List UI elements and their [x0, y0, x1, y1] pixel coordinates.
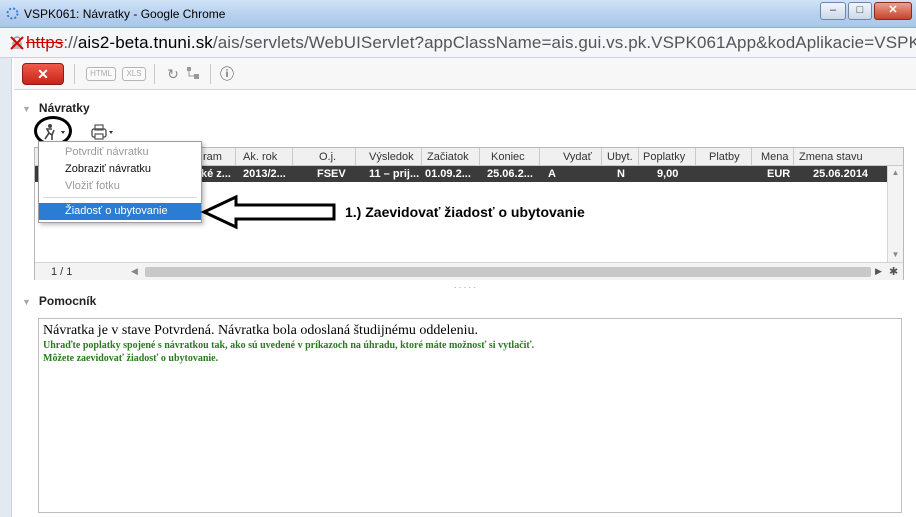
table-footer: 1 / 1 ◀ ▶ ✱ — [35, 262, 903, 280]
column-separator — [601, 148, 602, 166]
url-text[interactable]: https://ais2-beta.tnuni.sk/ais/servlets/… — [26, 33, 916, 53]
navratky-header[interactable]: ▼ Návratky — [22, 101, 90, 115]
column-separator — [751, 148, 752, 166]
minimize-button[interactable]: – — [820, 2, 846, 20]
column-header[interactable]: Vydať — [563, 151, 592, 163]
vertical-scrollbar[interactable]: ▲ ▼ — [887, 166, 903, 262]
column-separator — [793, 148, 794, 166]
url-separator: :// — [63, 33, 78, 52]
column-header[interactable]: Zmena stavu — [799, 151, 863, 163]
window-title: VSPK061: Návratky - Google Chrome — [24, 7, 226, 21]
table-cell: 2013/2... — [243, 168, 286, 180]
table-cell: 9,00 — [657, 168, 679, 180]
export-xls-button[interactable]: XLS — [122, 67, 146, 81]
address-bar[interactable]: https://ais2-beta.tnuni.sk/ais/servlets/… — [0, 28, 916, 58]
column-separator — [421, 148, 422, 166]
insecure-lock-icon — [10, 36, 24, 50]
maximize-button[interactable]: □ — [848, 2, 872, 20]
menu-item-ziadost-ubytovanie[interactable]: Žiadosť o ubytovanie — [39, 203, 201, 220]
hierarchy-icon[interactable] — [184, 65, 202, 83]
url-host: ais2-beta.tnuni.sk — [77, 33, 213, 52]
menu-item-vlozit-fotku[interactable]: Vložiť fotku — [39, 178, 201, 195]
toolbar-separator — [154, 64, 155, 84]
scroll-up-icon[interactable]: ▲ — [888, 168, 903, 177]
helper-line-status: Návratka je v stave Potvrdená. Návratka … — [43, 323, 479, 338]
table-cell: FSEV — [317, 168, 346, 180]
table-cell: A — [548, 168, 556, 180]
table-cell: EUR — [767, 168, 791, 180]
page-indicator: 1 / 1 — [51, 266, 73, 278]
column-separator — [539, 148, 540, 166]
actions-menu: Potvrdiť návratku Zobraziť návratku Vlož… — [38, 141, 202, 223]
panel-splitter[interactable]: · · · · · — [14, 284, 916, 292]
scroll-left-icon[interactable]: ◀ — [131, 266, 138, 277]
printer-icon — [91, 124, 113, 140]
pomocnik-title: Pomocník — [38, 294, 97, 308]
collapse-triangle-icon[interactable]: ▼ — [22, 104, 31, 114]
column-header[interactable]: Mena — [761, 151, 789, 163]
column-header[interactable]: ram — [203, 151, 222, 163]
collapse-triangle-icon[interactable]: ▼ — [22, 297, 31, 307]
toolbar-separator — [210, 64, 211, 84]
menu-separator — [43, 197, 197, 198]
helper-line-fees: Uhraďte poplatky spojené s návratkou tak… — [43, 340, 535, 351]
column-separator — [638, 148, 639, 166]
annotation-arrow-icon — [200, 194, 336, 230]
column-header[interactable]: Poplatky — [643, 151, 685, 163]
table-cell: 25.06.2... — [487, 168, 533, 180]
column-separator — [695, 148, 696, 166]
close-app-button[interactable]: ✕ — [22, 63, 64, 85]
left-edge — [0, 58, 12, 517]
title-bar: VSPK061: Návratky - Google Chrome – □ ✕ — [0, 0, 916, 28]
url-scheme: https — [26, 33, 64, 52]
pomocnik-header[interactable]: ▼ Pomocník — [22, 294, 96, 308]
app-icon — [6, 7, 19, 20]
export-html-button[interactable]: HTML — [86, 67, 116, 81]
table-cell: 25.06.2014 — [813, 168, 869, 180]
column-separator — [235, 148, 236, 166]
helper-line-accommodation: Môžete zaevidovať žiadosť o ubytovanie. — [43, 353, 219, 364]
column-header[interactable]: Koniec — [491, 151, 525, 163]
horizontal-scrollbar[interactable] — [145, 267, 871, 277]
table-cell: 01.09.2... — [425, 168, 471, 180]
table-cell: 11 – prij... — [369, 168, 420, 180]
settings-gear-icon[interactable]: ✱ — [889, 265, 898, 278]
column-header[interactable]: Výsledok — [369, 151, 414, 163]
column-header[interactable]: Ak. rok — [243, 151, 277, 163]
app-toolbar: ✕ HTML XLS ↻ ⓘ — [14, 58, 916, 90]
menu-item-zobrazit[interactable]: Zobraziť návratku — [39, 161, 201, 178]
url-path: /ais/servlets/WebUIServlet?appClassName=… — [212, 33, 916, 52]
info-icon[interactable]: ⓘ — [218, 65, 236, 83]
navratky-title: Návratky — [38, 101, 90, 115]
column-header[interactable]: Ubyt. — [607, 151, 633, 163]
close-window-button[interactable]: ✕ — [874, 2, 912, 20]
print-dropdown-button[interactable] — [88, 122, 118, 142]
column-header[interactable]: Začiatok — [427, 151, 469, 163]
scroll-right-icon[interactable]: ▶ — [875, 266, 882, 277]
helper-panel: Návratka je v stave Potvrdená. Návratka … — [38, 318, 902, 513]
refresh-icon[interactable]: ↻ — [164, 65, 182, 83]
table-cell: N — [617, 168, 625, 180]
table-cell: ké z... — [201, 168, 231, 180]
column-header[interactable]: O.j. — [319, 151, 336, 163]
annotation-text: 1.) Zaevidovať žiadosť o ubytovanie — [345, 204, 585, 220]
column-separator — [479, 148, 480, 166]
column-separator — [355, 148, 356, 166]
toolbar-separator — [74, 64, 75, 84]
browser-window: VSPK061: Návratky - Google Chrome – □ ✕ … — [0, 0, 916, 517]
scroll-down-icon[interactable]: ▼ — [888, 250, 903, 259]
column-separator — [292, 148, 293, 166]
menu-item-potvrdit[interactable]: Potvrdiť návratku — [39, 144, 201, 161]
column-header[interactable]: Platby — [709, 151, 740, 163]
